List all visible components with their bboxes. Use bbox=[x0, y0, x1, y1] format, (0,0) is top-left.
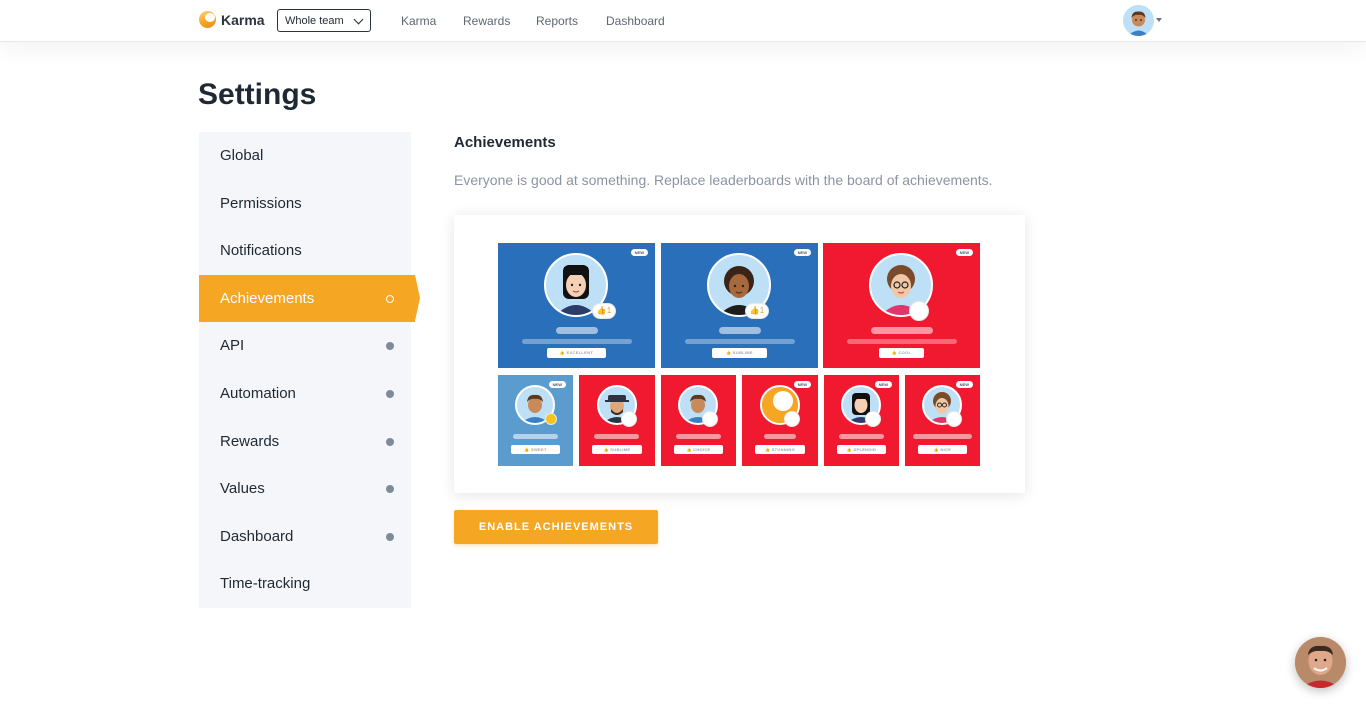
section-title: Achievements bbox=[454, 134, 556, 151]
new-badge: NEW bbox=[955, 249, 973, 256]
status-dot-icon bbox=[386, 342, 394, 350]
new-badge: NEW bbox=[793, 381, 811, 388]
star-badge-icon bbox=[545, 413, 557, 425]
settings-sidebar: Global Permissions Notifications Achieve… bbox=[199, 132, 420, 608]
karma-logo-icon bbox=[199, 11, 216, 28]
status-dot-icon bbox=[386, 390, 394, 398]
nav-reports[interactable]: Reports bbox=[536, 14, 578, 28]
new-badge: NEW bbox=[874, 381, 892, 388]
sidebar-item-values[interactable]: Values bbox=[199, 465, 411, 512]
status-dot-icon bbox=[386, 295, 394, 303]
placeholder-bar bbox=[719, 327, 761, 334]
placeholder-bar bbox=[847, 339, 957, 344]
sidebar-item-label: Achievements bbox=[220, 290, 315, 307]
achievement-card-large: NEW 👍1 👍 EXCELLENT bbox=[498, 243, 655, 368]
sidebar-item-time-tracking[interactable]: Time-tracking bbox=[199, 560, 411, 607]
sidebar-item-api[interactable]: API bbox=[199, 322, 411, 369]
achievement-tag: 👍 EXCELLENT bbox=[547, 348, 606, 358]
sidebar-item-label: Global bbox=[220, 147, 264, 164]
award-badge-icon bbox=[621, 411, 637, 427]
new-badge: NEW bbox=[548, 381, 566, 388]
achievement-card-large: NEW 👍 COOL bbox=[823, 243, 980, 368]
placeholder-bar bbox=[513, 434, 558, 439]
sidebar-item-permissions[interactable]: Permissions bbox=[199, 180, 411, 227]
sidebar-item-automation[interactable]: Automation bbox=[199, 370, 411, 417]
enable-achievements-button[interactable]: ENABLE ACHIEVEMENTS bbox=[454, 510, 658, 544]
team-select[interactable]: Whole team bbox=[277, 9, 371, 32]
achievement-card-small: NEW 👍 NICE bbox=[905, 375, 980, 466]
section-description: Everyone is good at something. Replace l… bbox=[454, 172, 993, 188]
achievement-tag: 👍 SPLENDID bbox=[837, 445, 886, 454]
placeholder-bar bbox=[764, 434, 796, 439]
sidebar-item-label: Permissions bbox=[220, 195, 302, 212]
sidebar-item-label: Automation bbox=[220, 385, 296, 402]
achievement-card-small: 👍 SUBLIME bbox=[579, 375, 655, 466]
placeholder-bar bbox=[556, 327, 598, 334]
page-title: Settings bbox=[198, 78, 317, 111]
award-badge-icon bbox=[784, 411, 800, 427]
placeholder-bar bbox=[685, 339, 795, 344]
achievement-card-small: 👍 CHOICE bbox=[661, 375, 736, 466]
achievement-tag: 👍 STUNNING bbox=[755, 445, 805, 454]
top-navbar: Karma Whole team Karma Rewards Reports D… bbox=[0, 0, 1366, 42]
sidebar-item-label: Time-tracking bbox=[220, 575, 311, 592]
placeholder-bar bbox=[913, 434, 972, 439]
sidebar-item-label: Dashboard bbox=[220, 528, 294, 545]
achievement-tag: 👍 SUBLIME bbox=[712, 348, 767, 358]
placeholder-bar bbox=[676, 434, 721, 439]
logo-text: Karma bbox=[221, 11, 265, 28]
user-avatar[interactable] bbox=[1123, 5, 1154, 36]
achievement-card-large: NEW 👍1 👍 SUBLIME bbox=[661, 243, 818, 368]
sidebar-item-label: API bbox=[220, 337, 245, 354]
placeholder-bar bbox=[522, 339, 632, 344]
chevron-down-icon bbox=[353, 14, 364, 25]
like-count-badge: 👍1 bbox=[592, 303, 616, 319]
placeholder-bar bbox=[871, 327, 933, 334]
sidebar-item-global[interactable]: Global bbox=[199, 132, 411, 179]
team-select-value: Whole team bbox=[285, 14, 344, 27]
achievement-tag: 👍 SUBLIME bbox=[592, 445, 642, 454]
award-badge-icon bbox=[702, 411, 718, 427]
placeholder-bar bbox=[839, 434, 884, 439]
award-badge-icon bbox=[865, 411, 881, 427]
nav-karma[interactable]: Karma bbox=[401, 14, 436, 28]
sidebar-item-achievements[interactable]: Achievements bbox=[199, 275, 420, 322]
award-badge-icon bbox=[909, 301, 929, 321]
new-badge: NEW bbox=[630, 249, 648, 256]
sidebar-item-notifications[interactable]: Notifications bbox=[199, 227, 411, 274]
sidebar-item-label: Rewards bbox=[220, 433, 280, 450]
achievement-tag: 👍 COOL bbox=[879, 348, 924, 358]
karma-logo[interactable]: Karma bbox=[199, 11, 265, 28]
achievements-preview: NEW 👍1 👍 EXCELLENT NEW 👍1 👍 SUBLIME NEW … bbox=[454, 215, 1025, 493]
new-badge: NEW bbox=[955, 381, 973, 388]
sidebar-item-label: Notifications bbox=[220, 242, 302, 259]
achievement-tag: 👍 CHOICE bbox=[674, 445, 723, 454]
sidebar-item-rewards[interactable]: Rewards bbox=[199, 418, 411, 465]
achievement-card-small: NEW 👍 STUNNING bbox=[742, 375, 818, 466]
new-badge: NEW bbox=[793, 249, 811, 256]
sidebar-item-label: Values bbox=[220, 480, 265, 497]
sidebar-item-dashboard[interactable]: Dashboard bbox=[199, 513, 411, 560]
achievement-card-small: NEW 👍 SWEET bbox=[498, 375, 573, 466]
achievement-tag: 👍 NICE bbox=[918, 445, 967, 454]
achievement-card-small: NEW 👍 SPLENDID bbox=[824, 375, 899, 466]
nav-rewards[interactable]: Rewards bbox=[463, 14, 510, 28]
placeholder-bar bbox=[594, 434, 639, 439]
status-dot-icon bbox=[386, 533, 394, 541]
support-chat-avatar[interactable] bbox=[1295, 637, 1346, 688]
status-dot-icon bbox=[386, 485, 394, 493]
like-count-badge: 👍1 bbox=[745, 303, 769, 319]
avatar-dropdown-caret-icon[interactable] bbox=[1156, 18, 1162, 22]
award-badge-icon bbox=[946, 411, 962, 427]
achievement-tag: 👍 SWEET bbox=[511, 445, 560, 454]
nav-dashboard[interactable]: Dashboard bbox=[606, 14, 665, 28]
status-dot-icon bbox=[386, 438, 394, 446]
